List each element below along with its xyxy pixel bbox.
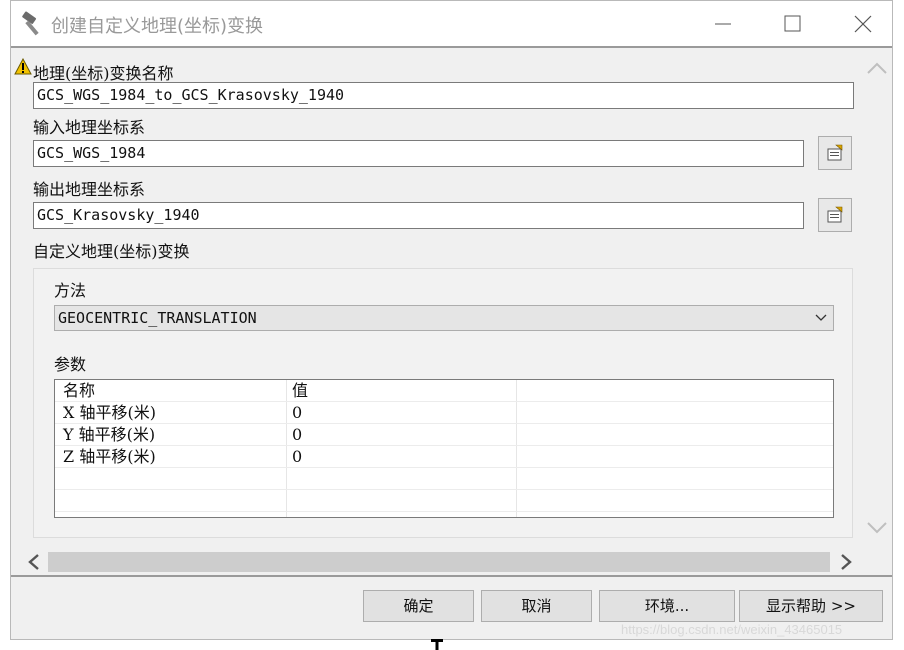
dialog-content: 地理(坐标)变换名称 GCS_WGS_1984_to_GCS_Krasovsky… <box>11 48 892 575</box>
transform-name-label: 地理(坐标)变换名称 <box>33 64 174 83</box>
horizontal-scroll-thumb[interactable] <box>48 552 830 572</box>
param-name: Z 轴平移(米) <box>63 447 156 466</box>
input-gcs-browse-button[interactable] <box>818 136 852 170</box>
dialog-window: 创建自定义地理(坐标)变换 地理(坐标)变换名称 GCS_WGS_1984_to… <box>10 0 893 640</box>
parameters-table: 名称 值 X 轴平移(米) 0 Y 轴平移(米) 0 Z 轴平移(米) 0 <box>54 379 834 518</box>
scroll-right-icon[interactable] <box>838 553 854 571</box>
close-icon[interactable] <box>843 9 883 39</box>
param-value[interactable]: 0 <box>292 402 302 424</box>
transform-name-input[interactable]: GCS_WGS_1984_to_GCS_Krasovsky_1940 <box>33 82 854 109</box>
dialog-footer: 确定 取消 环境... 显示帮助 >> https://blog.csdn.ne… <box>11 577 892 639</box>
scroll-left-icon[interactable] <box>26 553 42 571</box>
table-row-empty <box>55 468 833 490</box>
warning-icon <box>14 57 32 76</box>
output-gcs-field[interactable]: GCS_Krasovsky_1940 <box>33 202 804 229</box>
method-value: GEOCENTRIC_TRANSLATION <box>58 309 257 327</box>
horizontal-scrollbar[interactable] <box>23 550 859 574</box>
show-help-button[interactable]: 显示帮助 >> <box>739 590 883 622</box>
scroll-down-icon[interactable] <box>866 520 888 536</box>
header-value: 值 <box>292 381 309 400</box>
method-select[interactable]: GEOCENTRIC_TRANSLATION <box>54 305 834 331</box>
cancel-button[interactable]: 取消 <box>481 590 592 622</box>
minimize-icon[interactable] <box>703 9 743 39</box>
table-header-row: 名称 值 <box>55 380 833 402</box>
hammer-icon <box>21 11 47 37</box>
properties-icon <box>827 144 843 161</box>
table-row[interactable]: Z 轴平移(米) 0 <box>55 446 833 468</box>
input-gcs-label: 输入地理坐标系 <box>33 118 146 137</box>
method-label: 方法 <box>54 281 87 300</box>
ok-button[interactable]: 确定 <box>363 590 474 622</box>
window-title: 创建自定义地理(坐标)变换 <box>51 16 264 37</box>
header-name: 名称 <box>63 381 96 400</box>
table-row[interactable]: X 轴平移(米) 0 <box>55 402 833 424</box>
param-value[interactable]: 0 <box>292 424 302 446</box>
watermark: https://blog.csdn.net/weixin_43465015 <box>621 622 843 637</box>
chevron-down-icon <box>815 314 827 321</box>
input-gcs-field[interactable]: GCS_WGS_1984 <box>33 140 804 167</box>
parameters-label: 参数 <box>54 355 87 374</box>
custom-transform-group: 方法 GEOCENTRIC_TRANSLATION 参数 名称 值 X 轴平移(… <box>33 268 853 538</box>
output-gcs-browse-button[interactable] <box>818 198 852 232</box>
table-row[interactable]: Y 轴平移(米) 0 <box>55 424 833 446</box>
environments-button[interactable]: 环境... <box>599 590 735 622</box>
output-gcs-label: 输出地理坐标系 <box>33 180 146 199</box>
param-name: Y 轴平移(米) <box>63 425 156 444</box>
param-name: X 轴平移(米) <box>63 403 156 422</box>
table-row-empty <box>55 490 833 512</box>
vertical-scrollbar[interactable] <box>860 48 892 548</box>
scroll-up-icon[interactable] <box>866 60 888 76</box>
maximize-icon[interactable] <box>773 9 813 39</box>
text-cursor-icon <box>431 639 443 650</box>
param-value[interactable]: 0 <box>292 446 302 468</box>
properties-icon <box>827 206 843 223</box>
custom-transform-label: 自定义地理(坐标)变换 <box>33 242 190 261</box>
title-bar: 创建自定义地理(坐标)变换 <box>11 1 892 46</box>
